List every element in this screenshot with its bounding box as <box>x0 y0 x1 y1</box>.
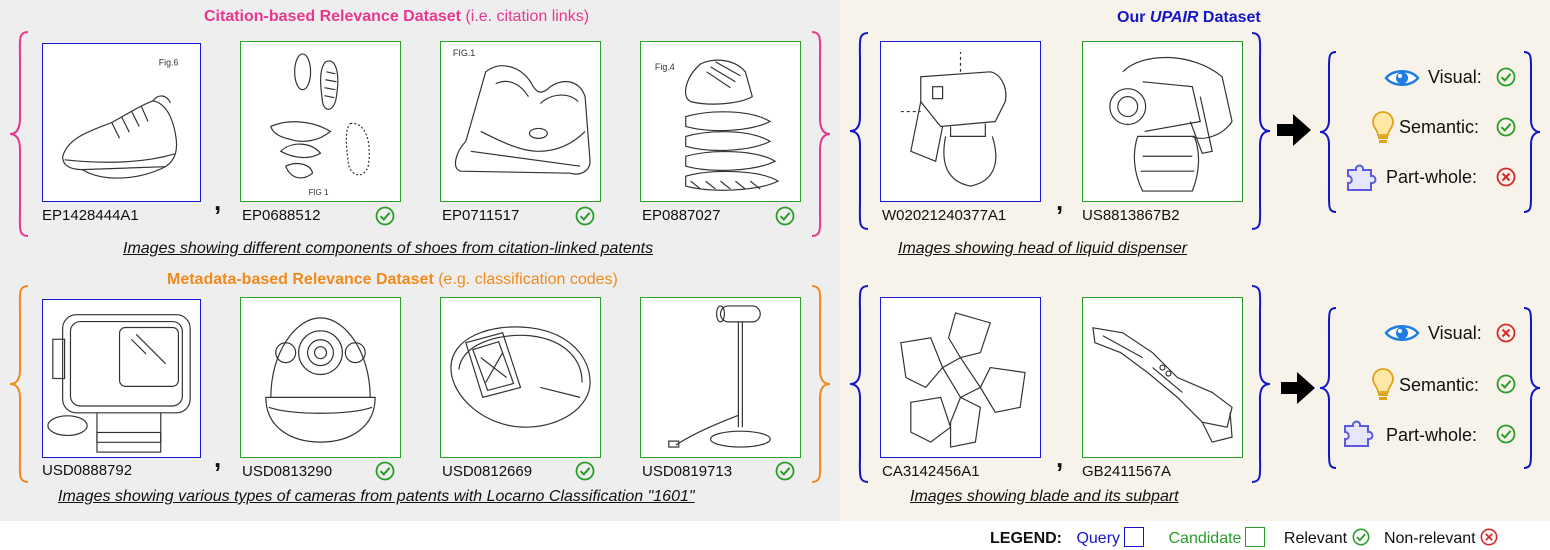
attribute-label-semantic: Semantic: <box>1399 117 1480 137</box>
eye-icon <box>1384 325 1420 341</box>
relevant-check-icon <box>375 206 395 226</box>
metadata-title: Metadata-based Relevance Dataset (e.g. c… <box>167 271 618 288</box>
patent-id: USD0819713 <box>642 463 733 480</box>
relevant-check-icon <box>375 461 395 481</box>
metadata-left-brace <box>9 285 29 483</box>
upair-bottom-caption: Images showing blade and its subpart <box>910 488 1179 505</box>
right-arrow-icon <box>1277 114 1311 146</box>
puzzle-icon <box>1344 420 1374 447</box>
relevant-check-icon <box>575 206 595 226</box>
patent-image-camera-mount <box>440 297 601 458</box>
upair-title: Our UPAIR Dataset <box>1117 9 1261 26</box>
relevant-check-icon <box>575 461 595 481</box>
upair-top-right-brace <box>1251 32 1271 230</box>
patent-image-camera-housing-query <box>42 299 201 458</box>
svg-text:FIG.1: FIG.1 <box>453 48 475 58</box>
query-square-icon <box>1124 527 1145 547</box>
query-separator-comma: , <box>1056 186 1064 216</box>
query-separator-comma: , <box>214 443 222 473</box>
legend-candidate: Candidate <box>1168 527 1269 547</box>
non-relevant-x-icon <box>1496 323 1516 343</box>
patent-id: GB2411567A <box>1082 463 1171 480</box>
svg-text:Fig.4: Fig.4 <box>655 62 675 72</box>
patent-image-boot-exploded: Fig.4 <box>640 41 801 202</box>
patent-image-blade-query <box>880 297 1041 458</box>
non-relevant-x-icon <box>1480 528 1498 546</box>
patent-id: EP0887027 <box>642 207 721 224</box>
upair-bottom-attr-brace-left <box>1319 307 1337 469</box>
citation-title: Citation-based Relevance Dataset (i.e. c… <box>204 8 590 25</box>
metadata-caption: Images showing various types of cameras … <box>58 488 695 505</box>
patent-image-shoe-parts: FIG.1 <box>440 41 601 202</box>
citation-caption: Images showing different components of s… <box>123 240 654 257</box>
patent-id: EP1428444A1 <box>42 207 139 224</box>
patent-image-dome-camera <box>240 297 401 458</box>
relevant-check-icon <box>1496 424 1516 444</box>
upair-bottom-left-brace <box>849 285 869 483</box>
right-arrow-icon <box>1281 372 1315 404</box>
relevant-check-icon <box>1496 117 1516 137</box>
patent-image-blade-subpart <box>1082 297 1243 458</box>
lightbulb-icon <box>1372 111 1394 143</box>
patent-id: US8813867B2 <box>1082 207 1180 224</box>
patent-id: CA3142456A1 <box>882 463 980 480</box>
patent-id: W02021240377A1 <box>882 207 1007 224</box>
legend-query: Query <box>1076 527 1148 547</box>
relevant-check-icon <box>775 206 795 226</box>
upair-top-left-brace <box>849 32 869 230</box>
legend: LEGEND: Query Candidate Relevant Non-rel… <box>990 527 1498 548</box>
svg-text:FIG 1: FIG 1 <box>309 188 329 197</box>
attribute-label-part-whole: Part-whole: <box>1386 425 1478 445</box>
citation-right-brace <box>811 31 831 237</box>
relevant-check-icon <box>1496 374 1516 394</box>
query-separator-comma: , <box>214 186 222 216</box>
lightbulb-icon <box>1372 368 1394 400</box>
patent-id: EP0711517 <box>442 207 520 224</box>
legend-non-relevant: Non-relevant <box>1384 528 1498 547</box>
relevant-check-icon <box>775 461 795 481</box>
legend-relevant: Relevant <box>1284 528 1374 547</box>
legend-title: LEGEND: <box>990 530 1062 547</box>
patent-id: EP0688512 <box>242 207 321 224</box>
patent-image-insoles: FIG 1 <box>240 41 401 202</box>
attribute-label-part-whole: Part-whole: <box>1386 167 1478 187</box>
patent-image-camera-stand <box>640 297 801 458</box>
patent-id: USD0888792 <box>42 462 133 479</box>
relevant-check-icon <box>1496 67 1516 87</box>
candidate-square-icon <box>1245 527 1266 547</box>
eye-icon <box>1384 70 1420 86</box>
patent-image-dispenser-head-query <box>880 41 1041 202</box>
attribute-label-semantic: Semantic: <box>1399 375 1480 395</box>
citation-left-brace <box>9 31 29 237</box>
patent-image-liquid-dispenser <box>1082 41 1243 202</box>
upair-top-attr-brace-left <box>1319 51 1337 213</box>
puzzle-icon <box>1347 164 1377 191</box>
patent-image-shoe-query: Fig.6 <box>42 43 201 202</box>
svg-text:Fig.6: Fig.6 <box>159 58 179 68</box>
upair-bottom-right-brace <box>1251 285 1271 483</box>
relevant-check-icon <box>1352 528 1369 546</box>
patent-id: USD0812669 <box>442 463 533 480</box>
query-separator-comma: , <box>1056 443 1064 473</box>
patent-id: USD0813290 <box>242 463 333 480</box>
upair-top-attr-brace-right <box>1523 51 1541 213</box>
attribute-label-visual: Visual: <box>1428 67 1482 87</box>
upair-top-caption: Images showing head of liquid dispenser <box>898 240 1188 257</box>
metadata-right-brace <box>811 285 831 483</box>
attribute-label-visual: Visual: <box>1428 323 1482 343</box>
non-relevant-x-icon <box>1496 167 1516 187</box>
upair-bottom-attr-brace-right <box>1523 307 1541 469</box>
